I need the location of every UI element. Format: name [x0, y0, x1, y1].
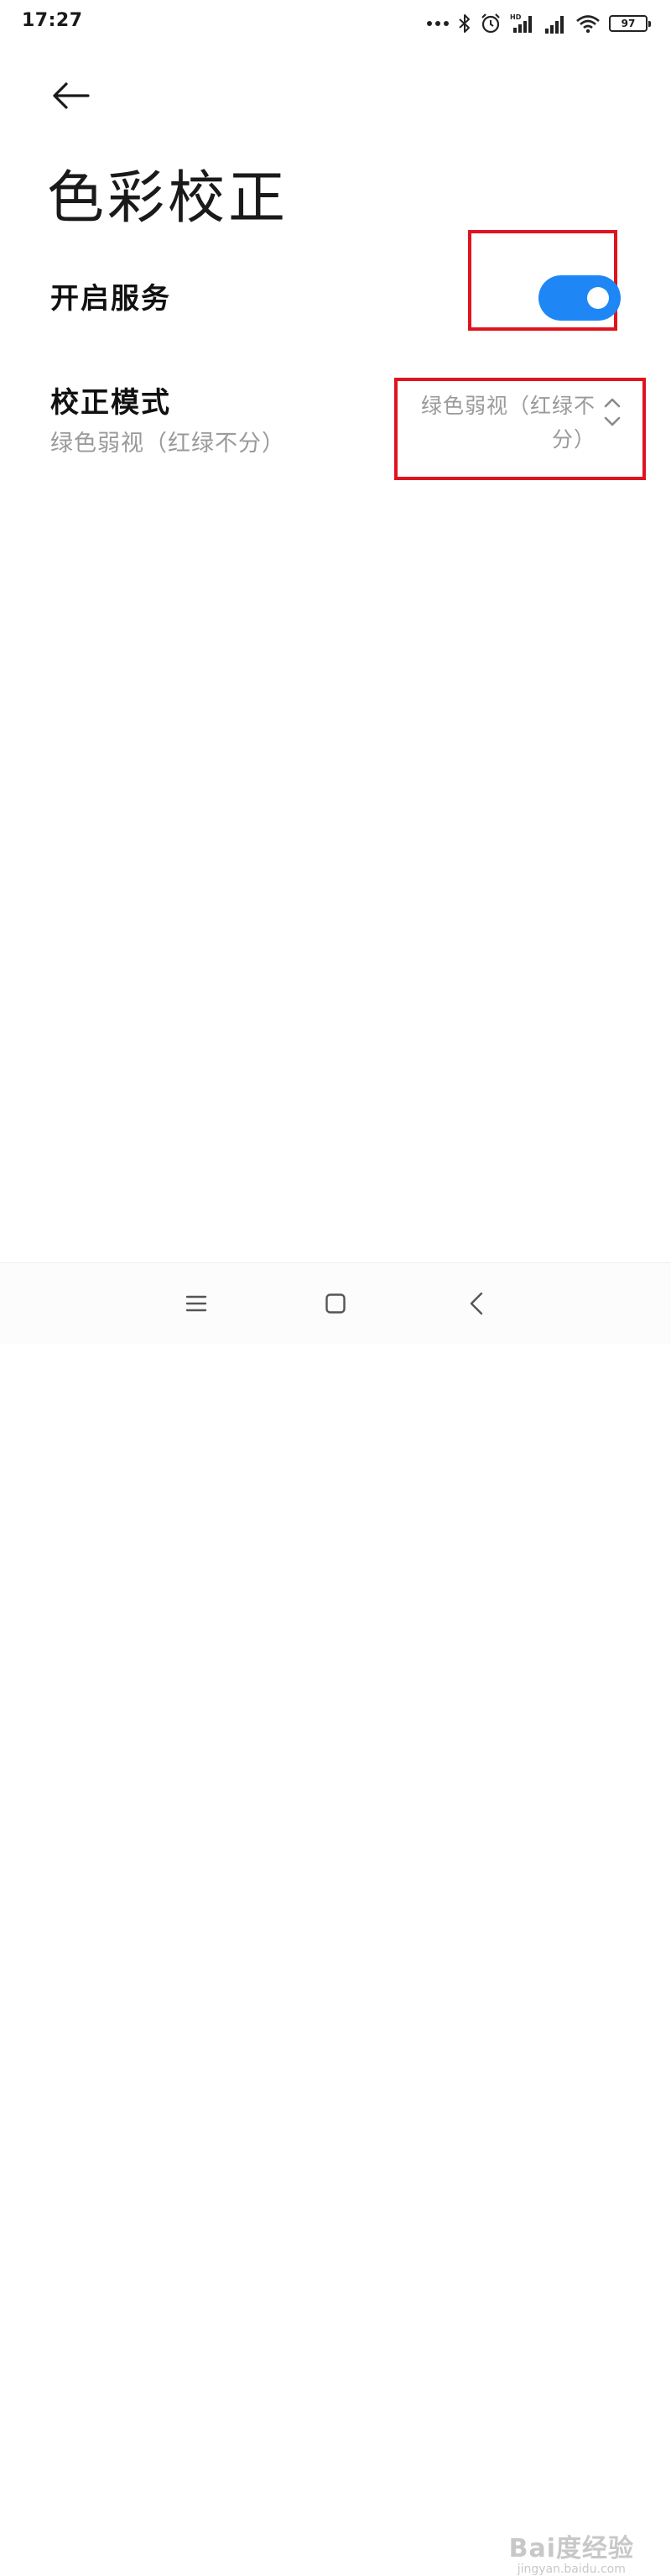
battery-icon: 97 — [609, 15, 651, 32]
watermark-text: Bai度经验 — [508, 2534, 634, 2563]
correction-mode-summary: 绿色弱视（红绿不分） — [50, 431, 285, 457]
back-icon — [470, 1292, 483, 1315]
service-toggle-row[interactable]: 开启服务 — [0, 230, 671, 344]
page-title: 色彩校正 — [47, 165, 289, 232]
status-icons: HD 97 — [426, 12, 651, 35]
menu-icon — [185, 1295, 207, 1312]
correction-mode-row[interactable]: 校正模式 绿色弱视（红绿不分） 绿色弱视（红绿不 分） — [0, 369, 671, 487]
service-label: 开启服务 — [50, 282, 171, 316]
bluetooth-icon — [459, 14, 470, 33]
navigation-bar: Bai度经验 jingyan.baidu.com — [0, 1262, 671, 2576]
correction-mode-dropdown[interactable]: 绿色弱视（红绿不 分） — [409, 389, 596, 457]
status-time: 17:27 — [22, 10, 83, 31]
correction-mode-value-line1: 绿色弱视（红绿不 — [420, 394, 596, 418]
correction-mode-value-line2: 分） — [551, 427, 596, 452]
signal-icon — [545, 16, 564, 34]
back-button[interactable] — [47, 74, 94, 118]
wifi-icon — [576, 15, 600, 34]
watermark: Bai度经验 jingyan.baidu.com — [509, 2527, 634, 2576]
signal-hd-icon: HD — [510, 13, 532, 33]
back-arrow-icon — [53, 82, 90, 109]
up-down-chevron-icon[interactable] — [601, 394, 624, 430]
watermark-sub: jingyan.baidu.com — [517, 2563, 626, 2576]
nav-home-button[interactable] — [314, 1282, 357, 1325]
nav-menu-button[interactable] — [174, 1282, 218, 1325]
alarm-icon — [481, 13, 500, 34]
svg-text:HD: HD — [510, 13, 522, 21]
correction-mode-label: 校正模式 — [50, 386, 171, 420]
battery-level: 97 — [621, 18, 636, 29]
toggle-knob — [587, 287, 609, 309]
home-icon — [325, 1293, 346, 1314]
nav-back-button[interactable] — [455, 1282, 498, 1325]
service-toggle[interactable] — [538, 275, 621, 321]
status-bar: 17:27 HD 97 — [0, 0, 671, 47]
more-dots-icon — [427, 21, 449, 26]
